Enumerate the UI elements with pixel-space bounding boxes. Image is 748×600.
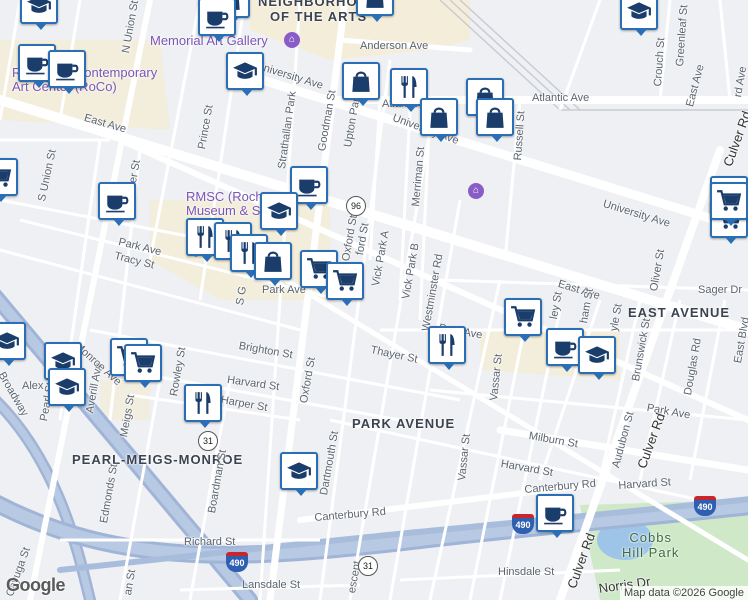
area-label-cobbs-hill-park: Cobbs Hill Park [622, 530, 680, 560]
school-icon [0, 328, 20, 354]
shopping-cart-icon [0, 164, 12, 190]
cafe-icon [104, 188, 130, 214]
cafe-icon [542, 500, 568, 526]
route-shield: 31 [358, 556, 378, 576]
map-marker-school[interactable] [260, 192, 298, 236]
street-label: Atlantic Ave [532, 92, 590, 104]
map-marker-school[interactable] [226, 52, 264, 96]
map-marker-shopping-cart[interactable] [124, 344, 162, 388]
street-label: Richard St [184, 536, 236, 548]
google-logo: Google [6, 575, 66, 595]
school-icon [626, 0, 652, 24]
cafe-icon [54, 56, 80, 82]
shopping-bag-icon [426, 104, 452, 130]
map-marker-restaurant[interactable] [428, 326, 466, 370]
map-marker-shopping-cart[interactable] [710, 182, 748, 226]
map-marker-shopping-cart[interactable] [326, 262, 364, 306]
shopping-bag-icon [362, 0, 388, 10]
school-icon [584, 342, 610, 368]
poi-memorial-art-gallery[interactable]: Memorial Art Gallery [150, 34, 268, 48]
map-canvas[interactable]: NEIGHBORHOOD OF THE ARTS EAST AVENUE PAR… [0, 0, 748, 600]
map-marker-shopping-bag[interactable] [476, 98, 514, 142]
map-marker-school[interactable] [280, 452, 318, 496]
shopping-cart-icon [510, 304, 536, 330]
map-marker-school[interactable] [0, 322, 26, 366]
interstate-shield: 490 [694, 496, 716, 516]
cafe-icon [24, 50, 50, 76]
map-marker-cafe[interactable] [98, 182, 136, 226]
street-label: Hinsdale St [498, 566, 555, 578]
shopping-cart-icon [716, 188, 742, 214]
interstate-shield: 490 [512, 514, 534, 534]
route-shield: 31 [198, 431, 218, 451]
shopping-bag-icon [260, 248, 286, 274]
cafe-icon [296, 172, 322, 198]
shopping-bag-icon [482, 104, 508, 130]
route-shield: 96 [346, 196, 366, 216]
interstate-shield: 490 [226, 552, 248, 572]
cafe-icon [204, 4, 230, 30]
street-label: Alex [22, 380, 44, 392]
school-icon [232, 58, 258, 84]
school-icon [266, 198, 292, 224]
museum-icon: ⌂ [468, 183, 484, 199]
map-marker-shopping-bag[interactable] [342, 62, 380, 106]
map-marker-school[interactable] [578, 336, 616, 380]
restaurant-icon [434, 332, 460, 358]
museum-icon: ⌂ [284, 32, 300, 48]
restaurant-icon [190, 390, 216, 416]
map-marker-shopping-bag[interactable] [356, 0, 394, 22]
street-label: Anderson Ave [360, 40, 429, 52]
area-label-park-avenue: PARK AVENUE [352, 416, 456, 431]
map-marker-shopping-bag[interactable] [420, 98, 458, 142]
map-marker-shopping-cart[interactable] [504, 298, 542, 342]
map-marker-shopping-cart[interactable] [0, 158, 18, 202]
map-marker-school[interactable] [48, 368, 86, 412]
school-icon [286, 458, 312, 484]
street-label: Lansdale St [242, 579, 301, 591]
map-marker-restaurant[interactable] [184, 384, 222, 428]
shopping-bag-icon [348, 68, 374, 94]
cafe-icon [552, 334, 578, 360]
map-marker-school[interactable] [20, 0, 58, 30]
map-attribution[interactable]: Map data ©2026 Google [619, 586, 748, 600]
restaurant-icon [396, 74, 422, 100]
shopping-cart-icon [332, 268, 358, 294]
school-icon [26, 0, 52, 18]
map-marker-cafe[interactable] [198, 0, 236, 42]
shopping-cart-icon [130, 350, 156, 376]
school-icon [54, 374, 80, 400]
map-marker-cafe[interactable] [48, 50, 86, 94]
street-label: Sager Dr [698, 284, 743, 296]
map-marker-cafe[interactable] [536, 494, 574, 538]
map-marker-school[interactable] [620, 0, 658, 36]
map-marker-shopping-bag[interactable] [254, 242, 292, 286]
